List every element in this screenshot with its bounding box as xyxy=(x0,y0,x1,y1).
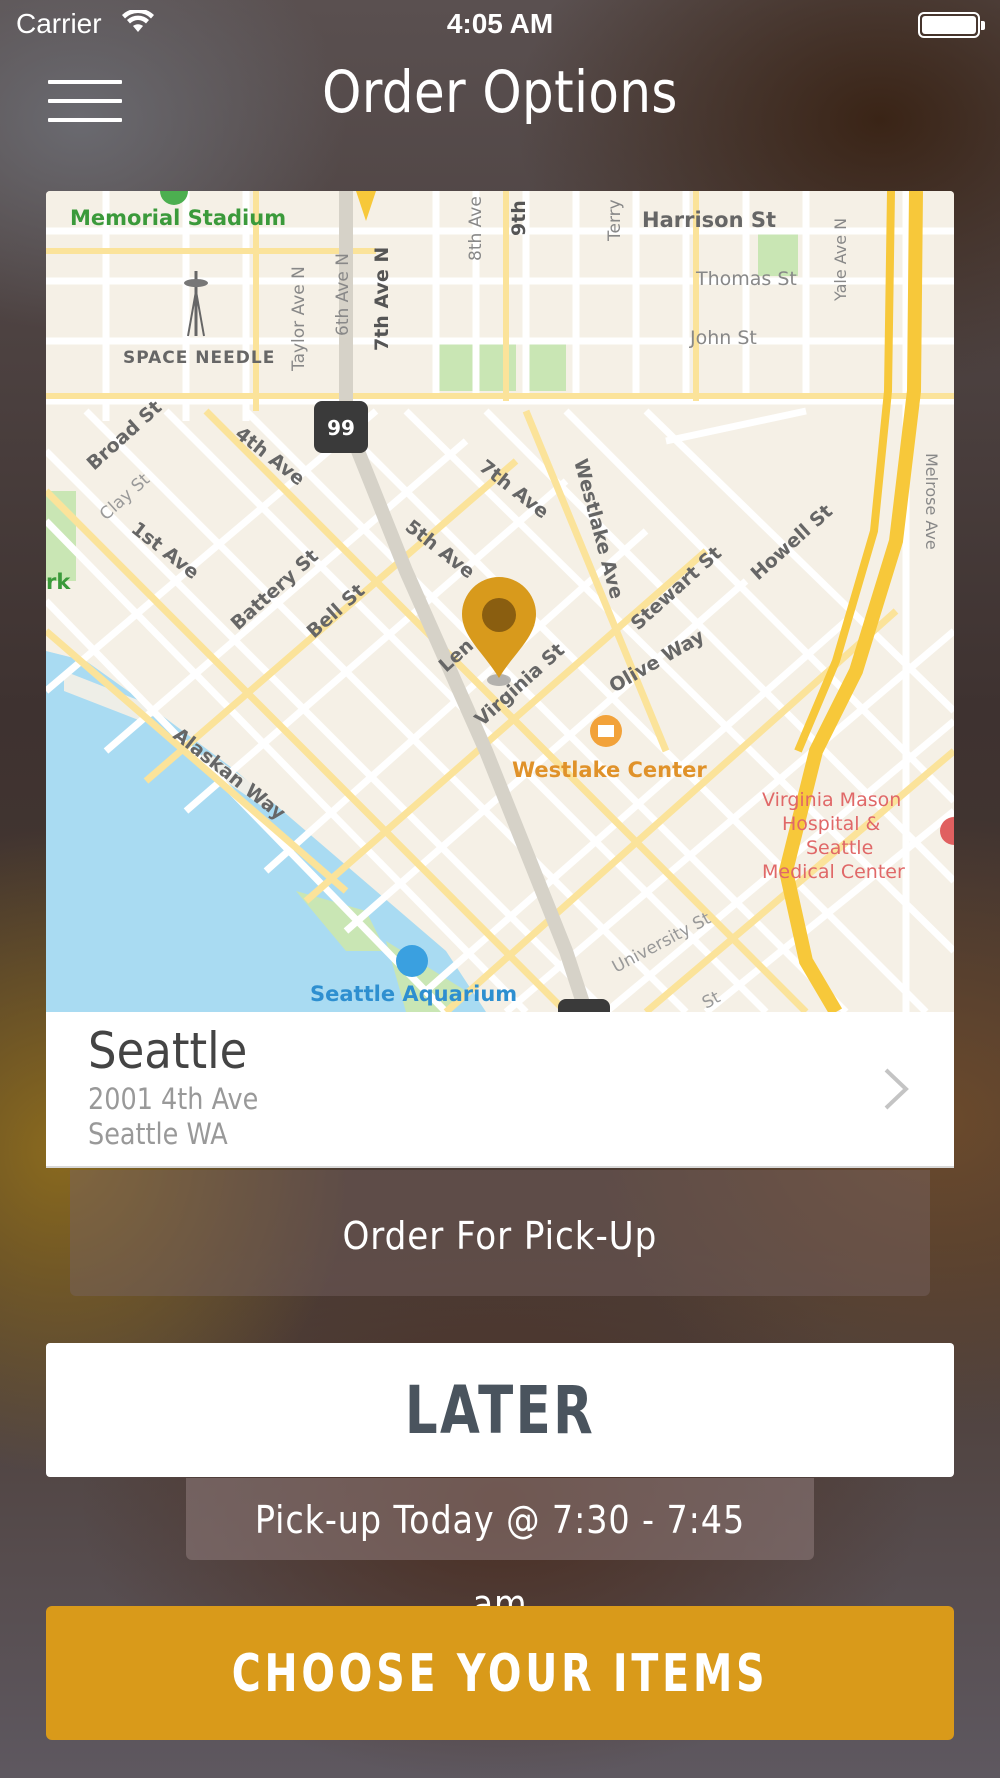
highway-99-label: 99 xyxy=(327,416,355,440)
choose-items-label: CHOOSE YOUR ITEMS xyxy=(231,1644,769,1704)
map-label-9th: 9th xyxy=(508,200,530,236)
status-bar: Carrier 4:05 AM xyxy=(0,0,1000,50)
later-label: LATER xyxy=(404,1372,596,1449)
map-label-virginia-mason-4: Medical Center xyxy=(762,861,905,883)
chevron-right-icon xyxy=(884,1068,909,1110)
map-label-6th-ave-n: 6th Ave N xyxy=(333,253,353,336)
store-name: Seattle xyxy=(88,1022,248,1080)
map-label-melrose-ave: Melrose Ave xyxy=(922,453,941,550)
store-location-row[interactable]: Seattle 2001 4th Ave Seattle WA xyxy=(46,1012,954,1168)
pickup-time-selector[interactable]: Pick-up Today @ 7:30 - 7:45 am xyxy=(186,1478,814,1626)
map-label-seattle-aquarium: Seattle Aquarium xyxy=(310,982,517,1006)
map-label-harrison-st: Harrison St xyxy=(642,208,776,232)
store-map[interactable]: 99 Memorial Stadium SPACE NEEDLE Harriso… xyxy=(46,191,954,1012)
later-button[interactable]: LATER xyxy=(46,1343,954,1477)
map-label-virginia-mason-2: Hospital & xyxy=(782,813,881,835)
map-label-terry: Terry xyxy=(605,199,625,242)
map-label-westlake-center: Westlake Center xyxy=(512,758,707,782)
status-time: 4:05 AM xyxy=(446,8,554,39)
map-label-taylor-ave: Taylor Ave N xyxy=(289,266,309,372)
map-label-memorial-stadium: Memorial Stadium xyxy=(70,206,286,230)
battery-icon xyxy=(918,12,985,38)
choose-items-button[interactable]: CHOOSE YOUR ITEMS xyxy=(46,1606,954,1740)
map-label-virginia-mason-1: Virginia Mason xyxy=(762,789,901,811)
map-label-virginia-mason-3: Seattle xyxy=(806,837,873,859)
map-label-john-st: John St xyxy=(689,327,757,349)
page-title: Order Options xyxy=(322,58,678,126)
map-label-8th-ave: 8th Ave xyxy=(466,196,486,261)
map-label-yale-ave: Yale Ave N xyxy=(831,218,850,302)
order-type-button[interactable]: Order For Pick-Up xyxy=(70,1170,930,1296)
map-label-space-needle: SPACE NEEDLE xyxy=(123,348,275,368)
store-address-line1: 2001 4th Ave xyxy=(88,1082,259,1116)
map-label-park: rk xyxy=(46,570,71,594)
store-address-line2: Seattle WA xyxy=(88,1117,228,1151)
map-label-thomas-st: Thomas St xyxy=(695,268,797,290)
map-label-7th-ave-n: 7th Ave N xyxy=(371,247,393,351)
order-type-label: Order For Pick-Up xyxy=(342,1214,658,1258)
